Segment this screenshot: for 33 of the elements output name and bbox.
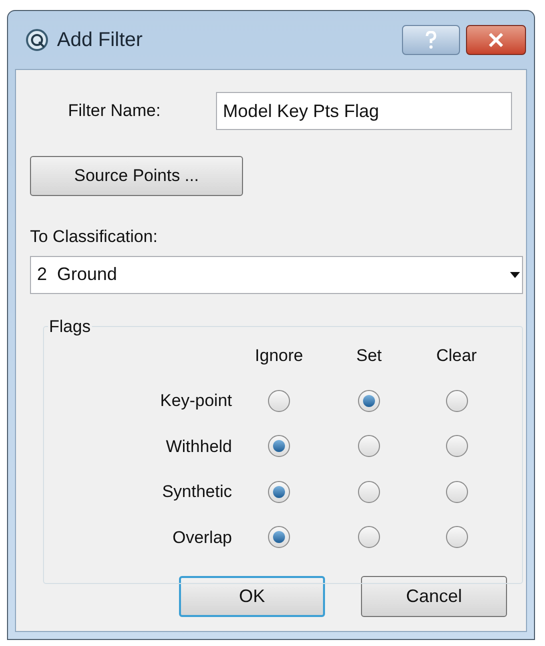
- radio-button[interactable]: [358, 390, 380, 412]
- radio-button[interactable]: [358, 480, 380, 503]
- radio-button[interactable]: [446, 526, 468, 548]
- source-points-button[interactable]: Source Points ...: [30, 156, 243, 196]
- flag-label: Synthetic: [162, 481, 233, 503]
- radio-button[interactable]: [268, 435, 290, 458]
- flag-label: Withheld: [166, 436, 233, 458]
- classification-dropdown[interactable]: 2 Ground: [30, 256, 523, 294]
- app-logo-icon: [25, 28, 49, 52]
- help-icon: [425, 31, 437, 49]
- filter-name-label: Filter Name:: [68, 100, 162, 122]
- radio-button[interactable]: [268, 526, 290, 548]
- column-header: Set: [356, 344, 382, 366]
- radio-button[interactable]: [358, 435, 380, 458]
- filter-name-field[interactable]: Model Key Pts Flag: [216, 92, 512, 130]
- column-header: Ignore: [254, 344, 304, 366]
- window-title: Add Filter: [57, 28, 143, 53]
- radio-button[interactable]: [358, 526, 380, 548]
- radio-button[interactable]: [268, 390, 290, 412]
- ok-button[interactable]: OK: [179, 576, 325, 616]
- radio-button[interactable]: [446, 435, 468, 458]
- flag-label: Overlap: [172, 526, 233, 548]
- flag-label: Key-point: [160, 390, 233, 412]
- classification-label: To Classification:: [30, 226, 159, 248]
- close-button[interactable]: [466, 25, 526, 55]
- radio-button[interactable]: [446, 390, 468, 412]
- radio-button[interactable]: [446, 480, 468, 503]
- help-button[interactable]: [402, 25, 460, 55]
- column-header: Clear: [436, 344, 477, 366]
- close-icon: [488, 33, 504, 47]
- cancel-button[interactable]: Cancel: [361, 576, 507, 616]
- radio-button[interactable]: [268, 480, 290, 503]
- dropdown-caret-icon: [510, 272, 520, 278]
